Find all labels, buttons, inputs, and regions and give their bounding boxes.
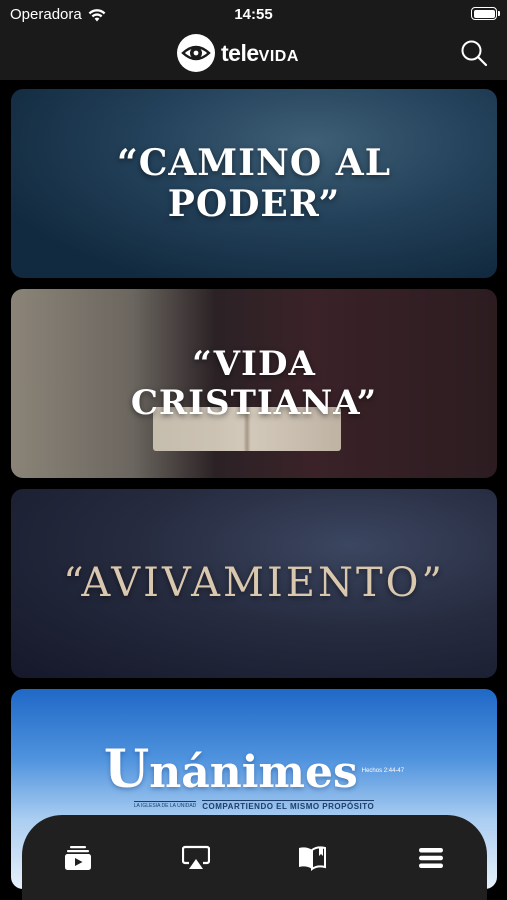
unanimes-tagline: COMPARTIENDO EL MISMO PROPÓSITO: [202, 799, 375, 811]
logo-wordmark: teleVIDA: [221, 40, 299, 67]
bible-icon: [299, 846, 326, 871]
search-icon: [461, 40, 488, 67]
category-card-camino-al-poder[interactable]: “CAMINO AL PODER”: [11, 89, 497, 278]
unanimes-reference: Hechos 2:44-47: [361, 767, 405, 774]
logo-suffix: VIDA: [258, 47, 299, 65]
status-bar: Operadora 14:55: [0, 0, 507, 28]
category-card-vida-cristiana[interactable]: “VIDA CRISTIANA”: [11, 289, 497, 478]
unanimes-title: Unánimes: [104, 743, 358, 798]
airplay-icon: [182, 845, 210, 869]
video-library-icon: [65, 846, 91, 870]
unanimes-title-initial: U: [103, 738, 150, 800]
menu-icon: [419, 848, 443, 868]
unanimes-title-rest: nánimes: [149, 746, 358, 798]
unanimes-subtitle: LA IGLESIA DE LA UNIDAD: [133, 801, 197, 809]
tab-bible[interactable]: [297, 843, 327, 873]
card-title: “AVIVAMIENTO”: [63, 560, 445, 607]
unanimes-logo: Unánimes Hechos 2:44-47 LA IGLESIA DE LA…: [104, 743, 405, 811]
bottom-tab-bar: [22, 815, 487, 900]
card-title-line: PODER”: [167, 182, 341, 225]
card-title: “CAMINO AL PODER”: [117, 143, 391, 224]
battery-icon: [471, 7, 500, 20]
card-title-line: “VIDA: [192, 344, 316, 385]
category-card-avivamiento[interactable]: “AVIVAMIENTO”: [11, 489, 497, 678]
tab-airplay[interactable]: [181, 843, 211, 873]
card-title-line: CRISTIANA”: [130, 382, 378, 423]
status-time: 14:55: [234, 6, 273, 23]
card-title-line: “CAMINO AL: [116, 142, 392, 185]
app-header: teleVIDA: [0, 28, 507, 80]
tab-videos[interactable]: [63, 843, 93, 873]
logo-prefix: tele: [221, 39, 259, 66]
search-button[interactable]: [459, 38, 489, 68]
tab-menu[interactable]: [416, 843, 446, 873]
card-title: “VIDA CRISTIANA”: [131, 345, 377, 421]
televida-logo-icon: [177, 34, 215, 72]
category-list: “CAMINO AL PODER” “VIDA CRISTIANA” “AVIV…: [0, 80, 507, 900]
televida-logo[interactable]: teleVIDA: [177, 34, 299, 72]
